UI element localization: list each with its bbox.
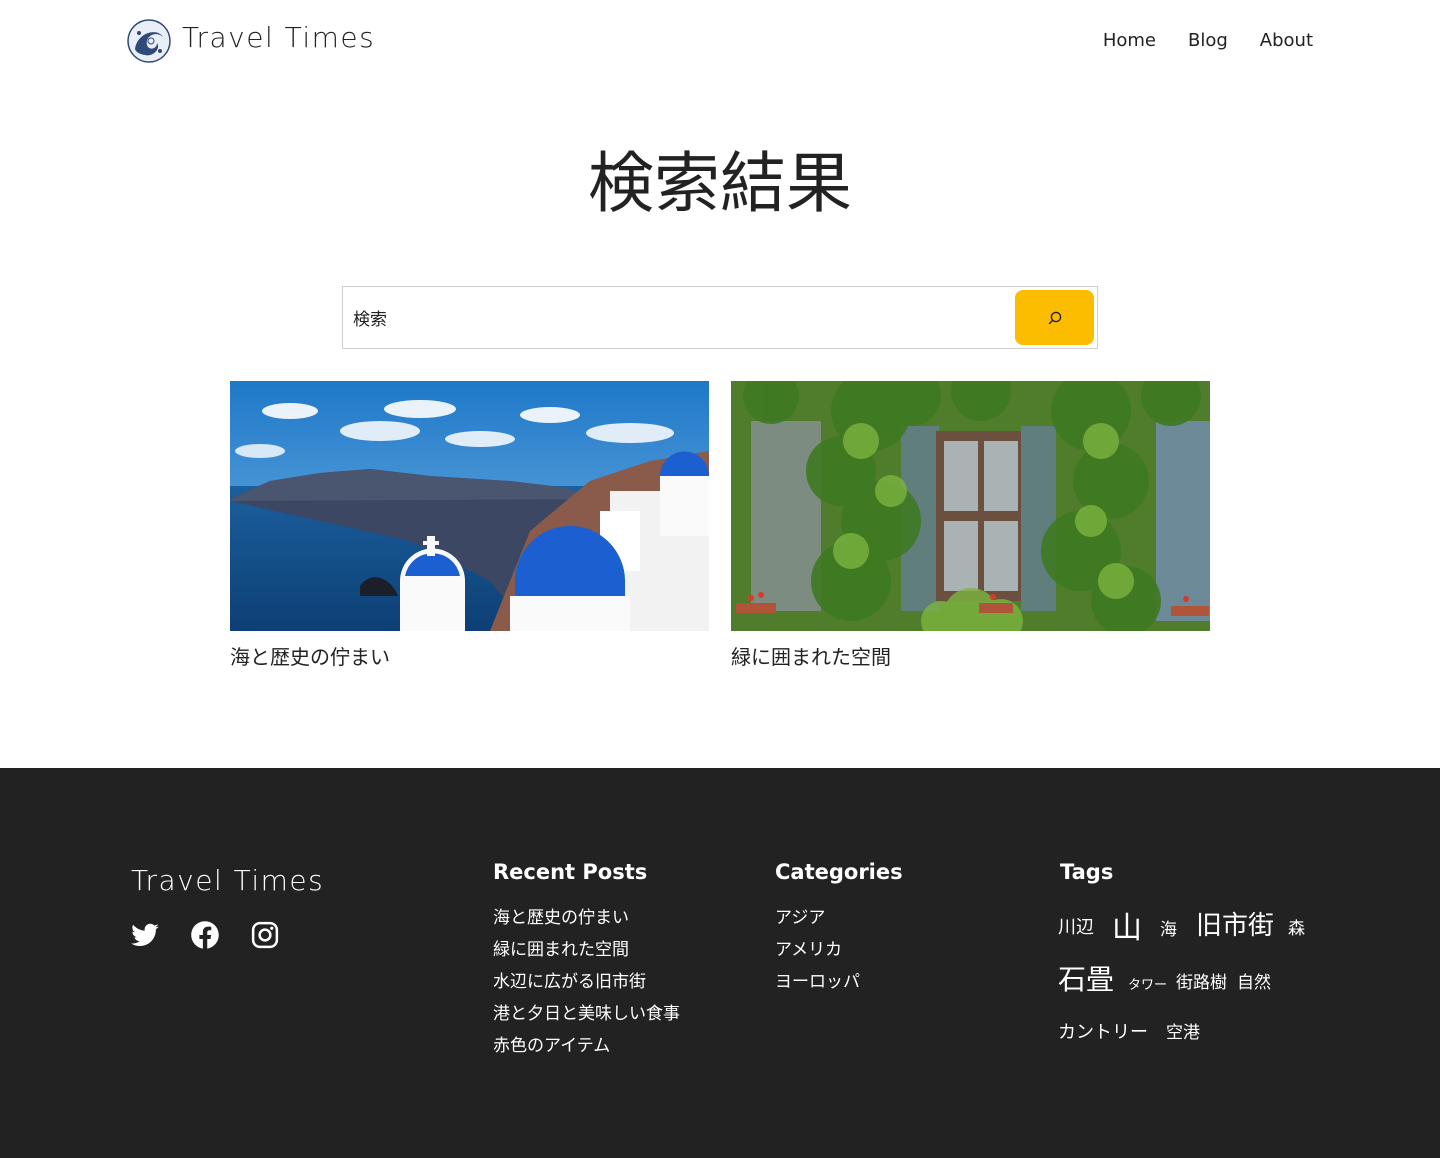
wave-logo-icon[interactable] xyxy=(127,19,171,63)
site-header: Travel Times Home Blog About xyxy=(0,0,1440,80)
main-nav: Home Blog About xyxy=(1103,30,1313,51)
categories-list: アジア アメリカ ヨーロッパ xyxy=(775,902,860,998)
footer-site-title-link[interactable]: Travel Times xyxy=(131,864,324,897)
search-button[interactable] xyxy=(1015,290,1094,345)
post-card: 海と歴史の佇まい xyxy=(230,381,709,670)
tag-link[interactable]: 自然 xyxy=(1237,968,1271,993)
tag-link[interactable]: カントリー xyxy=(1058,1018,1148,1044)
list-item: ヨーロッパ xyxy=(775,966,860,998)
list-item: 緑に囲まれた空間 xyxy=(493,934,680,966)
list-item: アメリカ xyxy=(775,934,860,966)
instagram-link[interactable] xyxy=(250,920,280,950)
search-input[interactable] xyxy=(344,288,1012,347)
search-form xyxy=(342,286,1098,349)
twitter-link[interactable] xyxy=(130,920,160,950)
list-item: 海と歴史の佇まい xyxy=(493,902,680,934)
tag-link[interactable]: 森 xyxy=(1288,914,1305,939)
post-title-link[interactable]: 海と歴史の佇まい xyxy=(230,641,709,670)
tag-link[interactable]: 空港 xyxy=(1166,1018,1200,1043)
tag-link[interactable]: 街路樹 xyxy=(1176,968,1227,993)
post-card: 緑に囲まれた空間 xyxy=(731,381,1210,670)
list-item: 水辺に広がる旧市街 xyxy=(493,966,680,998)
categories-heading: Categories xyxy=(775,860,903,884)
site-title-link[interactable]: Travel Times xyxy=(182,21,375,54)
list-item: 赤色のアイテム xyxy=(493,1030,680,1062)
nav-blog[interactable]: Blog xyxy=(1188,30,1228,51)
recent-post-link[interactable]: 赤色のアイテム xyxy=(493,1036,610,1056)
search-icon xyxy=(1048,311,1061,324)
tag-link[interactable]: タワー xyxy=(1128,974,1167,993)
facebook-link[interactable] xyxy=(190,920,220,950)
recent-post-link[interactable]: 港と夕日と美味しい食事 xyxy=(493,1004,680,1024)
recent-post-link[interactable]: 水辺に広がる旧市街 xyxy=(493,972,646,992)
facebook-icon xyxy=(191,921,219,949)
instagram-icon xyxy=(251,921,279,949)
social-links xyxy=(130,920,280,950)
recent-post-link[interactable]: 海と歴史の佇まい xyxy=(493,908,629,928)
site-footer: Travel Times Recent Posts 海と歴史の佇まい 緑に囲まれ… xyxy=(0,768,1440,1158)
list-item: 港と夕日と美味しい食事 xyxy=(493,998,680,1030)
tag-link[interactable]: 海 xyxy=(1160,915,1177,940)
recent-posts-heading: Recent Posts xyxy=(493,860,648,884)
twitter-icon xyxy=(131,923,159,946)
post-image-link[interactable] xyxy=(731,381,1210,631)
recent-post-link[interactable]: 緑に囲まれた空間 xyxy=(493,940,629,960)
category-link[interactable]: アメリカ xyxy=(775,940,842,960)
category-link[interactable]: ヨーロッパ xyxy=(775,972,860,992)
post-title-link[interactable]: 緑に囲まれた空間 xyxy=(731,641,1210,670)
santorini-photo xyxy=(230,381,709,631)
ivy-window-photo xyxy=(731,381,1210,631)
list-item: アジア xyxy=(775,902,860,934)
nav-home[interactable]: Home xyxy=(1103,30,1156,51)
page-title: 検索結果 xyxy=(588,145,852,222)
tag-link[interactable]: 石畳 xyxy=(1058,958,1114,998)
category-link[interactable]: アジア xyxy=(775,908,825,928)
post-image-link[interactable] xyxy=(230,381,709,631)
nav-about[interactable]: About xyxy=(1260,30,1313,51)
recent-posts-list: 海と歴史の佇まい 緑に囲まれた空間 水辺に広がる旧市街 港と夕日と美味しい食事 … xyxy=(493,902,680,1062)
tags-heading: Tags xyxy=(1060,860,1114,884)
tag-link[interactable]: 山 xyxy=(1112,903,1142,947)
tag-link[interactable]: 旧市街 xyxy=(1196,905,1274,942)
tag-link[interactable]: 川辺 xyxy=(1058,913,1094,939)
